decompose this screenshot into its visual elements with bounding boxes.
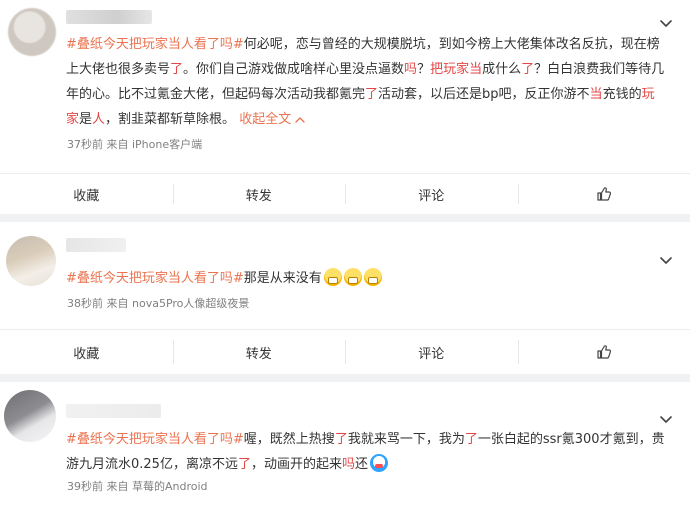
like-button[interactable] [517, 174, 690, 214]
post-meta: 37秒前 来自 iPhone客户端 [67, 138, 203, 151]
grinning-emoji-icon [363, 268, 382, 286]
post-card: #叠纸今天把玩家当人看了吗#喔，既然上热搜了我就来骂一下，我为了一张白起的ssr… [0, 382, 690, 509]
post-text-segment: 还 [355, 457, 369, 472]
comment-button[interactable]: 评论 [345, 330, 518, 374]
forward-label: 转发 [245, 188, 272, 204]
post-text-segment: 充钱的 [602, 87, 642, 102]
post-text-segment: ？ [417, 62, 431, 77]
highlighted-text: 人 [92, 112, 106, 127]
collect-button[interactable]: 收藏 [0, 174, 173, 214]
username-blurred[interactable] [66, 10, 152, 24]
grinning-emoji-icon [323, 268, 342, 286]
hashtag-link[interactable]: #叠纸今天把玩家当人看了吗# [66, 37, 244, 52]
collect-button[interactable]: 收藏 [0, 330, 173, 374]
post-card: #叠纸今天把玩家当人看了吗#那是从来没有 38秒前 来自 nova5Pro人像超… [0, 222, 690, 374]
forward-button[interactable]: 转发 [172, 330, 346, 374]
post-meta: 38秒前 来自 nova5Pro人像超级夜景 [67, 297, 250, 310]
post-text: #叠纸今天把玩家当人看了吗#喔，既然上热搜了我就来骂一下，我为了一张白起的ssr… [66, 427, 666, 477]
comment-label: 评论 [418, 188, 445, 204]
collect-label: 收藏 [73, 346, 100, 362]
hashtag-link[interactable]: #叠纸今天把玩家当人看了吗# [66, 432, 244, 447]
highlighted-text: 了 [464, 432, 478, 447]
highlighted-text: 当 [589, 87, 603, 102]
post-card: #叠纸今天把玩家当人看了吗#何必呢，恋与曾经的大规模脱坑，到如今榜上大佬集体改名… [0, 0, 690, 214]
username-blurred[interactable] [66, 238, 126, 252]
highlighted-text: 把玩家当 [430, 62, 483, 77]
post-header: #叠纸今天把玩家当人看了吗#喔，既然上热搜了我就来骂一下，我为了一张白起的ssr… [0, 382, 690, 509]
chevron-down-icon[interactable] [660, 13, 672, 27]
post-text: #叠纸今天把玩家当人看了吗#何必呢，恋与曾经的大规模脱坑，到如今榜上大佬集体改名… [66, 32, 666, 132]
forward-label: 转发 [245, 346, 272, 362]
collapse-fulltext-link[interactable]: 收起全文 [239, 112, 295, 127]
post-text-segment: ，割韭菜都斩草除根。 [105, 112, 240, 127]
highlighted-text: 了 [521, 62, 535, 77]
chevron-up-icon [295, 117, 306, 123]
hashtag-link[interactable]: #叠纸今天把玩家当人看了吗# [66, 271, 244, 286]
chevron-down-icon[interactable] [660, 409, 672, 423]
thumbs-up-icon [596, 344, 612, 360]
highlighted-text: 了 [170, 62, 184, 77]
post-text-segment: 活动套，以后还是bp吧，反正你游不 [378, 87, 590, 102]
chevron-down-icon[interactable] [660, 250, 672, 264]
highlighted-text: 了 [237, 457, 251, 472]
post-text-segment: 成什么 [482, 62, 522, 77]
username-blurred[interactable] [66, 404, 161, 418]
post-actions: 收藏 转发 评论 [0, 329, 690, 374]
post-text-segment: 我就来骂一下，我为 [347, 432, 465, 447]
avatar[interactable] [8, 8, 56, 56]
thumbs-up-icon [596, 186, 612, 202]
highlighted-text: 了 [365, 87, 379, 102]
highlighted-text: 吗 [341, 457, 355, 472]
weibo-feed: #叠纸今天把玩家当人看了吗#何必呢，恋与曾经的大规模脱坑，到如今榜上大佬集体改名… [0, 0, 690, 509]
doraemon-emoji-icon [370, 454, 389, 472]
post-text-segment: 是 [79, 112, 93, 127]
like-button[interactable] [517, 330, 690, 374]
avatar[interactable] [6, 236, 56, 286]
collect-label: 收藏 [73, 188, 100, 204]
post-text-segment: 喔，既然上热搜 [243, 432, 335, 447]
comment-label: 评论 [418, 346, 445, 362]
forward-button[interactable]: 转发 [172, 174, 346, 214]
post-text-segment: ，动画开的起来 [250, 457, 342, 472]
highlighted-text: 了 [334, 432, 348, 447]
grinning-emoji-icon [343, 268, 362, 286]
post-actions: 收藏 转发 评论 [0, 173, 690, 214]
highlighted-text: 吗 [404, 62, 418, 77]
post-text-segment: 。你们自己游戏做成啥样心里没点逼数 [183, 62, 405, 77]
post-text-segment: 那是从来没有 [243, 271, 322, 286]
post-meta: 39秒前 来自 草莓的Android [67, 480, 208, 493]
post-text: #叠纸今天把玩家当人看了吗#那是从来没有 [66, 266, 666, 291]
comment-button[interactable]: 评论 [345, 174, 518, 214]
avatar[interactable] [4, 390, 56, 442]
